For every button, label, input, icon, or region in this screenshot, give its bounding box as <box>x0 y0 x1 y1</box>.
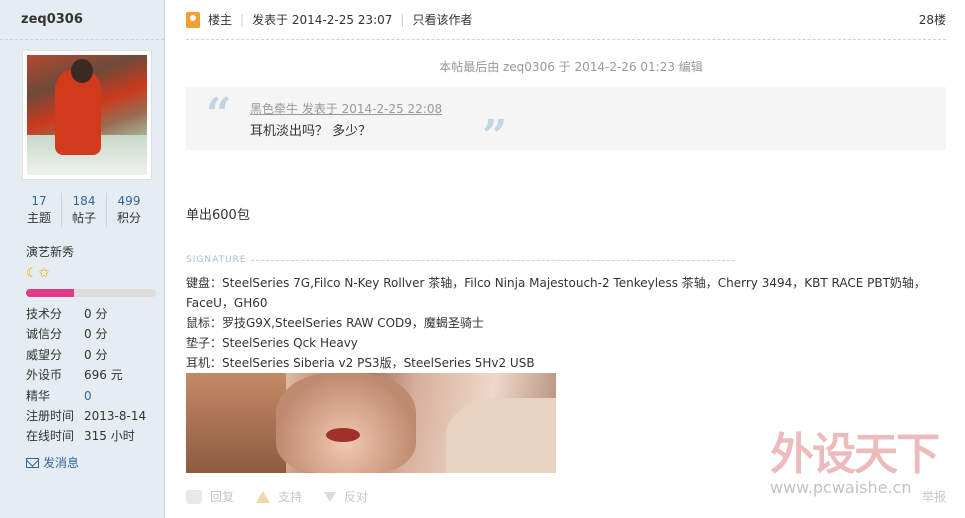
send-message-label: 发消息 <box>43 456 80 470</box>
posted-time: 发表于 2014-2-25 23:07 <box>252 13 393 27</box>
signature-line: 键盘：SteelSeries 7G,Filco N-Key Rollver 茶轴… <box>186 276 926 290</box>
thumbs-down-icon <box>324 491 337 502</box>
signature-image <box>186 373 556 473</box>
profile-row: 威望分 0 分 <box>26 345 161 365</box>
stat-credits-label: 积分 <box>116 211 141 225</box>
thread-starter-icon <box>186 11 200 28</box>
stat-credits[interactable]: 499 积分 <box>107 193 151 227</box>
signature-divider: SIGNATURE <box>186 255 946 265</box>
author-stats: 17 主题 184 帖子 499 积分 <box>17 193 151 227</box>
signature-line: FaceU，GH60 <box>186 296 268 310</box>
post-header: 楼主 | 发表于 2014-2-25 23:07 | 只看该作者 28楼 <box>186 0 946 40</box>
profile-key: 精华 <box>26 388 51 403</box>
send-message-button[interactable]: 发消息 <box>26 454 79 471</box>
thumbs-up-icon <box>256 490 271 503</box>
view-author-only-link[interactable]: 只看该作者 <box>412 11 472 28</box>
rank-title: 演艺新秀 <box>26 245 75 259</box>
profile-value: 0 分 <box>84 307 108 321</box>
divider: | <box>240 12 245 27</box>
author-username[interactable]: zeq0306 <box>0 0 164 40</box>
profile-row: 精华 0 <box>26 386 161 406</box>
floor-number[interactable]: 28楼 <box>919 11 946 28</box>
support-button[interactable]: 支持 <box>256 488 302 505</box>
role-label: 楼主 <box>208 13 233 27</box>
stat-credits-value[interactable]: 499 <box>107 193 151 209</box>
edited-note: 本帖最后由 zeq0306 于 2014-2-26 01:23 编辑 <box>439 60 703 74</box>
profile-value: 315 小时 <box>84 429 135 444</box>
profile-row: 技术分 0 分 <box>26 304 161 324</box>
stat-threads[interactable]: 17 主题 <box>17 193 62 227</box>
rank-progress-fill <box>26 289 75 297</box>
profile-value: 2013-8-14 <box>84 409 147 424</box>
reply-label: 回复 <box>210 490 235 504</box>
signature-text: 键盘：SteelSeries 7G,Filco N-Key Rollver 茶轴… <box>186 273 946 373</box>
post-body: 单出600包 <box>186 208 250 223</box>
oppose-button[interactable]: 反对 <box>324 488 368 505</box>
quote-author-link[interactable]: 黑色牵牛 发表于 2014-2-25 22:08 <box>250 100 442 117</box>
signature-line: 鼠标：罗技G9X,SteelSeries RAW COD9，魔蝎圣骑士 <box>186 316 484 330</box>
reply-button[interactable]: 回复 <box>186 488 234 505</box>
profile-row: 在线时间 315 小时 <box>26 426 161 446</box>
rank-progress-bar <box>26 289 156 297</box>
stat-posts-label: 帖子 <box>71 211 96 225</box>
signature-line: 垫子：SteelSeries Qck Heavy <box>186 336 358 350</box>
author-profile: 技术分 0 分 诚信分 0 分 威望分 0 分 外设币 696 元 精华 0 注… <box>26 304 161 447</box>
profile-key: 威望分 <box>26 347 63 362</box>
post-content: 楼主 | 发表于 2014-2-25 23:07 | 只看该作者 28楼 本帖最… <box>186 0 946 518</box>
profile-row: 外设币 696 元 <box>26 365 161 385</box>
profile-value-link[interactable]: 0 <box>84 386 92 406</box>
profile-key: 技术分 <box>26 307 63 321</box>
quote-close-icon: ” <box>482 111 508 162</box>
oppose-label: 反对 <box>344 490 369 504</box>
profile-key: 外设币 <box>26 368 63 383</box>
profile-key: 诚信分 <box>26 327 63 342</box>
reply-icon <box>186 489 202 504</box>
stat-threads-value[interactable]: 17 <box>17 193 61 209</box>
stat-posts[interactable]: 184 帖子 <box>62 193 107 227</box>
rank-stars-icon: ☾✩ <box>26 266 51 281</box>
quote-open-icon: “ <box>206 89 232 140</box>
profile-row: 注册时间 2013-8-14 <box>26 406 161 426</box>
quote-text: 耳机淡出吗？ 多少？ <box>250 124 372 139</box>
profile-value: 0 分 <box>84 347 108 362</box>
profile-row: 诚信分 0 分 <box>26 324 161 344</box>
support-label: 支持 <box>278 490 303 504</box>
author-sidebar: zeq0306 17 主题 184 帖子 499 积分 演艺新秀 ☾✩ 技术分 … <box>0 0 165 518</box>
divider: | <box>400 12 405 27</box>
profile-key: 注册时间 <box>26 409 75 424</box>
signature-line: 耳机：SteelSeries Siberia v2 PS3版，SteelSeri… <box>186 356 535 370</box>
signature-dotted-line <box>250 259 735 261</box>
avatar[interactable] <box>22 50 152 180</box>
report-button[interactable]: 举报 <box>922 488 946 505</box>
quote-block: “ 黑色牵牛 发表于 2014-2-25 22:08 耳机淡出吗？ 多少？ ” <box>186 87 946 162</box>
envelope-icon <box>26 457 39 468</box>
profile-key: 在线时间 <box>26 429 75 444</box>
stat-posts-value[interactable]: 184 <box>62 193 106 209</box>
signature-label: SIGNATURE <box>186 255 247 265</box>
profile-value: 696 元 <box>84 368 123 383</box>
stat-threads-label: 主题 <box>26 211 51 225</box>
avatar-image[interactable] <box>27 55 147 175</box>
profile-value: 0 分 <box>84 327 108 342</box>
post-actions: 回复 支持 反对 举报 <box>186 488 946 505</box>
